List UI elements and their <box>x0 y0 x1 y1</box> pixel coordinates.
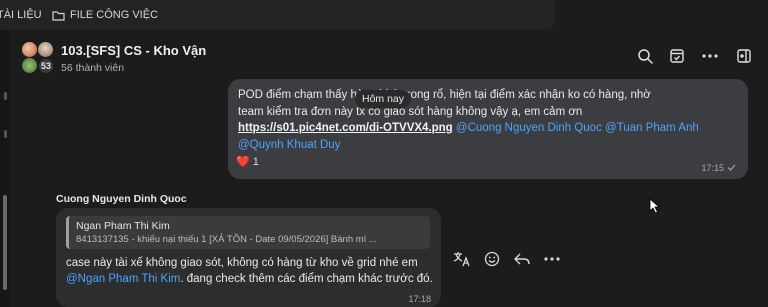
more-icon[interactable] <box>700 46 720 66</box>
rail-indicator <box>4 130 7 138</box>
bookmark-file-cong-viec[interactable]: FILE CÔNG VIỆC <box>52 9 158 21</box>
avatar <box>22 58 37 73</box>
quote-text: 8413137135 - khiếu nại thiếu 1 [XẢ TỒN -… <box>76 234 377 245</box>
bookmark-label: FILE CÔNG VIỆC <box>70 9 159 21</box>
incoming-message-bubble[interactable]: Ngan Pham Thi Kim 8413137135 - khiếu nại… <box>56 208 441 307</box>
quote-author: Ngan Pham Thi Kim <box>76 220 170 232</box>
time-label: 17:15 <box>701 163 724 173</box>
toggle-panel-icon[interactable] <box>734 46 754 66</box>
folder-icon <box>52 10 65 21</box>
sender-name[interactable]: Cuong Nguyen Dinh Quoc <box>56 193 187 205</box>
own-message-text: POD điểm chạm thấy hàng bịch trong rổ, h… <box>238 87 738 153</box>
message-line: team kiểm tra đơn này tx có giao sót hàn… <box>238 105 583 118</box>
image-link[interactable]: https://s01.pic4net.com/di-OTVVX4.png <box>238 122 453 134</box>
quoted-message[interactable]: Ngan Pham Thi Kim 8413137135 - khiếu nại… <box>66 216 430 249</box>
scrollbar-thumb[interactable] <box>3 195 7 290</box>
reply-icon[interactable] <box>512 249 532 269</box>
mouse-cursor-icon <box>649 198 661 219</box>
message-actions <box>452 249 562 269</box>
mention[interactable]: @Tuan Pham Anh <box>605 122 699 134</box>
more-icon[interactable] <box>542 249 562 269</box>
heart-icon: ❤️ <box>236 156 250 168</box>
avatar <box>22 42 37 57</box>
avatar <box>38 42 53 57</box>
message-text: . đang check thêm các điểm chạm khác trư… <box>180 272 433 285</box>
message-line: POD điểm chạm thấy hàng bịch trong rổ, h… <box>238 89 651 101</box>
own-message-bubble[interactable]: POD điểm chạm thấy hàng bịch trong rổ, h… <box>228 79 748 179</box>
translate-icon[interactable] <box>452 249 472 269</box>
archive-icon[interactable] <box>667 46 687 66</box>
bookmark-tai-lieu[interactable]: TÀI LIỆU <box>0 9 42 21</box>
reaction-count: 1 <box>252 155 259 168</box>
incoming-message-text: case này tài xế không giao sót, không có… <box>66 256 436 287</box>
bookmark-label: TÀI LIỆU <box>0 9 42 21</box>
reaction-badge[interactable]: ❤️ 1 <box>236 155 259 169</box>
rail-indicator <box>4 92 7 100</box>
message-time: 17:18 <box>408 294 431 304</box>
mention[interactable]: @Ngan Pham Thi Kim <box>66 273 180 285</box>
group-avatar[interactable]: 53 <box>22 42 54 74</box>
message-time: 17:15 <box>701 163 736 173</box>
bookmark-bar: TÀI LIỆU FILE CÔNG VIỆC <box>0 0 555 30</box>
search-icon[interactable] <box>635 46 655 66</box>
member-count[interactable]: 56 thành viên <box>61 62 124 74</box>
left-rail <box>0 30 10 307</box>
conversation-title[interactable]: 103.[SFS] CS - Kho Vận <box>61 43 206 58</box>
emoji-icon[interactable] <box>482 249 502 269</box>
avatar-count-badge: 53 <box>38 58 54 74</box>
check-icon <box>727 163 736 173</box>
message-text: case này tài xế không giao sót, không có… <box>66 257 418 269</box>
mention[interactable]: @Quynh Khuat Duy <box>238 139 340 151</box>
conversation-header: 53 103.[SFS] CS - Kho Vận 56 thành viên <box>10 32 768 80</box>
date-separator: Hôm nay <box>355 90 412 108</box>
mention[interactable]: @Cuong Nguyen Dinh Quoc <box>456 122 602 134</box>
